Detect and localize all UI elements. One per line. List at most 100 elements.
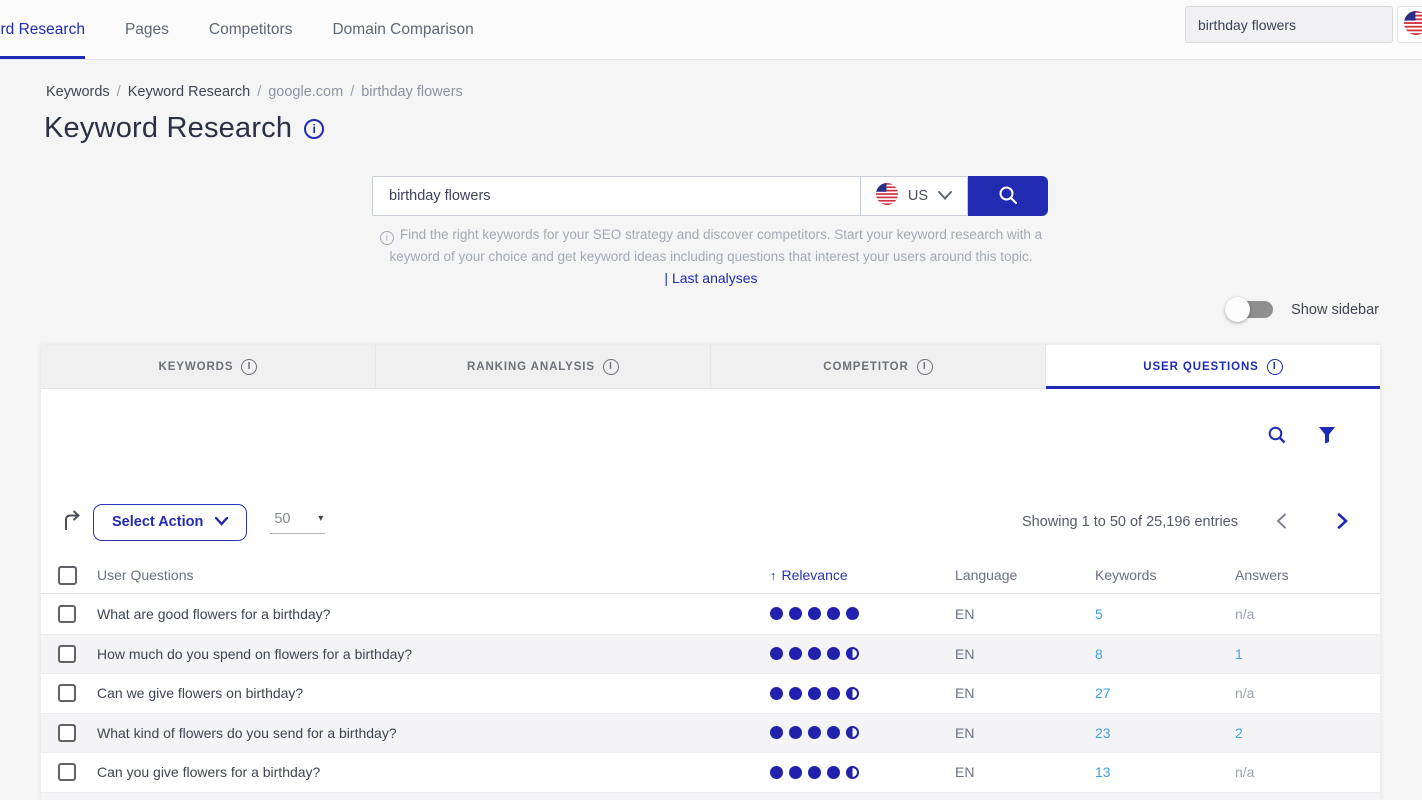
search-description-text: Find the right keywords for your SEO str… <box>389 227 1042 264</box>
pagination-status: Showing 1 to 50 of 25,196 entries <box>1022 514 1238 530</box>
keyword-search-button[interactable] <box>968 176 1048 216</box>
page-title-row: Keyword Research i <box>44 112 324 145</box>
info-icon[interactable]: i <box>917 359 933 375</box>
nav-item-label: Pages <box>125 21 169 39</box>
user-question-text: Can we give flowers on birthday? <box>97 685 770 701</box>
topbar-search-input[interactable] <box>1185 6 1393 43</box>
last-analyses-link[interactable]: | Last analyses <box>0 270 1422 286</box>
breadcrumb-keyword-research[interactable]: Keyword Research <box>128 84 251 100</box>
keywords-count-link[interactable]: 23 <box>1095 725 1235 741</box>
chevron-down-icon <box>215 514 228 530</box>
active-tab-underline <box>0 56 85 59</box>
table-filter-button[interactable] <box>1318 426 1336 447</box>
us-flag-icon <box>876 183 898 210</box>
info-icon[interactable]: i <box>241 359 257 375</box>
tab-user-questions[interactable]: User Questions i <box>1046 345 1380 388</box>
country-select[interactable]: US <box>860 176 968 216</box>
keyword-search-group: US <box>372 176 1048 216</box>
row-checkbox[interactable] <box>58 763 76 781</box>
search-description: iFind the right keywords for your SEO st… <box>361 224 1061 268</box>
results-tabstrip: Keywords i Ranking Analysis i Competitor… <box>41 345 1380 389</box>
breadcrumb-separator: / <box>117 84 121 100</box>
page-size-value: 50 <box>274 511 290 527</box>
page-title: Keyword Research <box>44 112 292 145</box>
row-checkbox[interactable] <box>58 724 76 742</box>
keywords-count-link[interactable]: 27 <box>1095 685 1235 701</box>
results-panel: Keywords i Ranking Analysis i Competitor… <box>41 345 1380 800</box>
topbar-country-flag-button[interactable] <box>1397 6 1422 43</box>
relevance-dots <box>770 766 955 779</box>
pagination-next-button[interactable] <box>1337 513 1348 532</box>
answers-value: n/a <box>1235 685 1380 701</box>
user-question-text: What are good flowers for a birthday? <box>97 606 770 622</box>
nav-item-pages[interactable]: Pages <box>125 0 169 59</box>
export-arrow-icon <box>62 509 84 536</box>
relevance-dots <box>770 607 955 620</box>
show-sidebar-row: Show sidebar <box>1227 301 1379 318</box>
keyword-search-input[interactable] <box>372 176 860 216</box>
search-icon <box>1267 425 1287 448</box>
user-question-text: What kind of flowers do you send for a b… <box>97 725 770 741</box>
nav-item-competitors[interactable]: Competitors <box>209 0 293 59</box>
nav-item-label: Competitors <box>209 21 293 39</box>
info-icon[interactable]: i <box>1267 359 1283 375</box>
nav-item-keyword-research[interactable]: Keyword Research <box>0 0 85 59</box>
nav-item-domain-comparison[interactable]: Domain Comparison <box>332 0 473 59</box>
breadcrumb: Keywords / Keyword Research / google.com… <box>46 84 463 100</box>
chevron-left-icon <box>1276 513 1287 532</box>
table-search-button[interactable] <box>1267 425 1287 448</box>
table-tools <box>1267 425 1336 448</box>
relevance-dots <box>770 687 955 700</box>
breadcrumb-current-keyword: birthday flowers <box>361 84 463 100</box>
column-header-keywords[interactable]: Keywords <box>1095 567 1235 583</box>
row-checkbox[interactable] <box>58 605 76 623</box>
column-header-relevance[interactable]: ↑Relevance <box>770 567 955 583</box>
language-value: EN <box>955 725 1095 741</box>
keywords-count-link[interactable]: 8 <box>1095 646 1235 662</box>
keywords-count-link[interactable]: 5 <box>1095 606 1235 622</box>
answers-count-link[interactable]: 1 <box>1235 646 1380 662</box>
tab-label: User Questions <box>1143 361 1258 373</box>
tab-keywords[interactable]: Keywords i <box>41 345 376 388</box>
table-toolbar: Select Action 50 ▾ Showing 1 to 50 of 25… <box>62 503 1348 541</box>
pagination-prev-button[interactable] <box>1276 513 1287 532</box>
show-sidebar-toggle[interactable] <box>1227 301 1273 318</box>
info-icon: i <box>380 231 394 245</box>
table-row: What kind of flowers do you send for a b… <box>41 713 1380 753</box>
row-checkbox[interactable] <box>58 645 76 663</box>
user-question-text: How much do you spend on flowers for a b… <box>97 646 770 662</box>
language-value: EN <box>955 646 1095 662</box>
breadcrumb-separator: / <box>257 84 261 100</box>
language-value: EN <box>955 685 1095 701</box>
answers-value: n/a <box>1235 764 1380 780</box>
column-header-user-questions[interactable]: User Questions <box>97 567 770 583</box>
top-nav-bar: Keyword Research Pages Competitors Domai… <box>0 0 1422 60</box>
keywords-count-link[interactable]: 13 <box>1095 764 1235 780</box>
column-header-language[interactable]: Language <box>955 567 1095 583</box>
breadcrumb-separator: / <box>350 84 354 100</box>
language-value: EN <box>955 764 1095 780</box>
us-flag-icon <box>1404 11 1422 38</box>
info-icon[interactable]: i <box>603 359 619 375</box>
select-action-button[interactable]: Select Action <box>93 504 247 541</box>
table-row: What are good flowers for a birthday? EN… <box>41 594 1380 634</box>
answers-count-link[interactable]: 2 <box>1235 725 1380 741</box>
table-row: Can we give flowers on birthday? EN 27 n… <box>41 673 1380 713</box>
breadcrumb-keywords[interactable]: Keywords <box>46 84 110 100</box>
page-size-select[interactable]: 50 ▾ <box>270 511 325 534</box>
breadcrumb-google-com[interactable]: google.com <box>268 84 343 100</box>
page-title-info-icon[interactable]: i <box>304 119 324 139</box>
relevance-dots <box>770 647 955 660</box>
tab-ranking-analysis[interactable]: Ranking Analysis i <box>376 345 711 388</box>
search-icon <box>997 184 1019 209</box>
filter-funnel-icon <box>1318 426 1336 447</box>
row-checkbox[interactable] <box>58 684 76 702</box>
export-button[interactable] <box>62 509 84 536</box>
table-row-partial <box>41 792 1380 800</box>
column-header-answers[interactable]: Answers <box>1235 567 1380 583</box>
relevance-dots <box>770 726 955 739</box>
select-all-checkbox[interactable] <box>58 566 77 585</box>
table-body: What are good flowers for a birthday? EN… <box>41 594 1380 800</box>
nav-item-label: Keyword Research <box>0 21 85 39</box>
tab-competitor[interactable]: Competitor i <box>711 345 1046 388</box>
